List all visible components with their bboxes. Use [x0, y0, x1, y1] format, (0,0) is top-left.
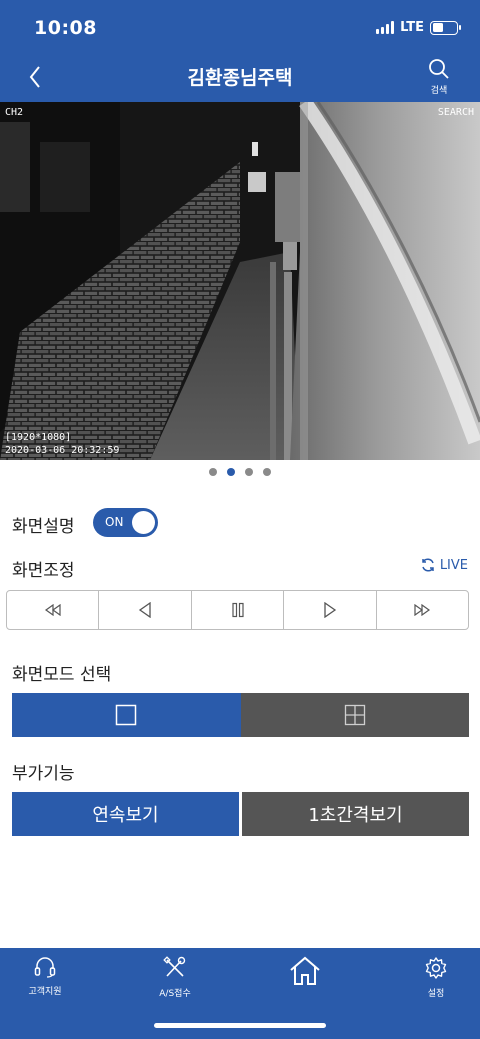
status-indicators: LTE	[376, 20, 461, 35]
step-back-icon	[138, 602, 151, 618]
step-back-button[interactable]	[99, 591, 192, 629]
home-icon	[290, 956, 320, 985]
screen-control-title: 화면조정	[12, 561, 75, 581]
continuous-view-button[interactable]: 연속보기	[12, 792, 239, 836]
refresh-icon	[422, 558, 434, 572]
home-indicator	[154, 1023, 326, 1028]
page-indicator	[0, 468, 480, 476]
resolution-label: [1920*1080]	[5, 432, 72, 443]
single-view-icon	[116, 704, 137, 726]
tab-customer-support[interactable]: 고객지원	[0, 956, 90, 997]
fast-forward-icon	[414, 604, 431, 616]
fast-forward-button[interactable]	[377, 591, 468, 629]
status-time: 10:08	[34, 17, 97, 39]
page-dot[interactable]	[263, 468, 271, 476]
single-view-button[interactable]	[12, 693, 241, 737]
extra-features-title: 부가기능	[12, 764, 75, 784]
playback-controls	[6, 590, 469, 630]
signal-icon	[376, 21, 395, 34]
page-dot[interactable]	[209, 468, 217, 476]
tab-settings[interactable]: 설정	[391, 956, 480, 999]
pause-icon	[231, 602, 244, 618]
page-title: 김환종님주택	[187, 67, 293, 89]
tools-icon	[163, 956, 186, 977]
quad-view-button[interactable]	[240, 693, 469, 737]
extra-features: 연속보기 1초간격보기	[12, 792, 469, 836]
status-bar: 10:08 LTE	[0, 0, 480, 54]
screen-mode-selector	[12, 693, 469, 737]
quad-view-icon	[344, 704, 365, 726]
screen-description-title: 화면설명	[12, 517, 75, 537]
screen-mode-title: 화면모드 선택	[12, 665, 112, 685]
camera-feed-image	[0, 102, 480, 460]
network-label: LTE	[400, 20, 424, 35]
screen-description-toggle[interactable]: ON	[93, 508, 158, 537]
live-button[interactable]: LIVE	[420, 557, 468, 573]
search-button[interactable]: 검색	[426, 58, 452, 96]
headset-icon	[34, 957, 56, 978]
rewind-button[interactable]	[7, 591, 100, 629]
tab-as-request[interactable]: A/S접수	[130, 956, 220, 999]
pause-button[interactable]	[192, 591, 285, 629]
page-dot-active[interactable]	[227, 468, 235, 476]
rewind-icon	[44, 604, 61, 616]
search-label: 검색	[430, 86, 448, 96]
page-dot[interactable]	[245, 468, 253, 476]
cctv-video-view[interactable]: CH2 SEARCH [1920*1080] 2020-03-06 20:32:…	[0, 102, 480, 460]
channel-label: CH2	[5, 107, 24, 118]
search-icon	[429, 59, 449, 79]
app-header: 김환종님주택 검색	[0, 54, 480, 102]
play-icon	[324, 602, 337, 618]
gear-icon	[425, 957, 447, 979]
tab-home[interactable]	[260, 954, 350, 992]
toggle-knob	[132, 511, 155, 534]
battery-icon	[430, 20, 461, 35]
interval-view-button[interactable]: 1초간격보기	[242, 792, 469, 836]
live-label: LIVE	[439, 557, 468, 573]
tab-as-request-label: A/S접수	[159, 989, 191, 999]
video-search-button[interactable]: SEARCH	[438, 107, 474, 118]
timestamp-label: 2020-03-06 20:32:59	[5, 445, 120, 456]
toggle-label: ON	[105, 515, 124, 529]
play-button[interactable]	[284, 591, 377, 629]
tab-customer-support-label: 고객지원	[28, 987, 62, 997]
tab-settings-label: 설정	[427, 989, 445, 999]
